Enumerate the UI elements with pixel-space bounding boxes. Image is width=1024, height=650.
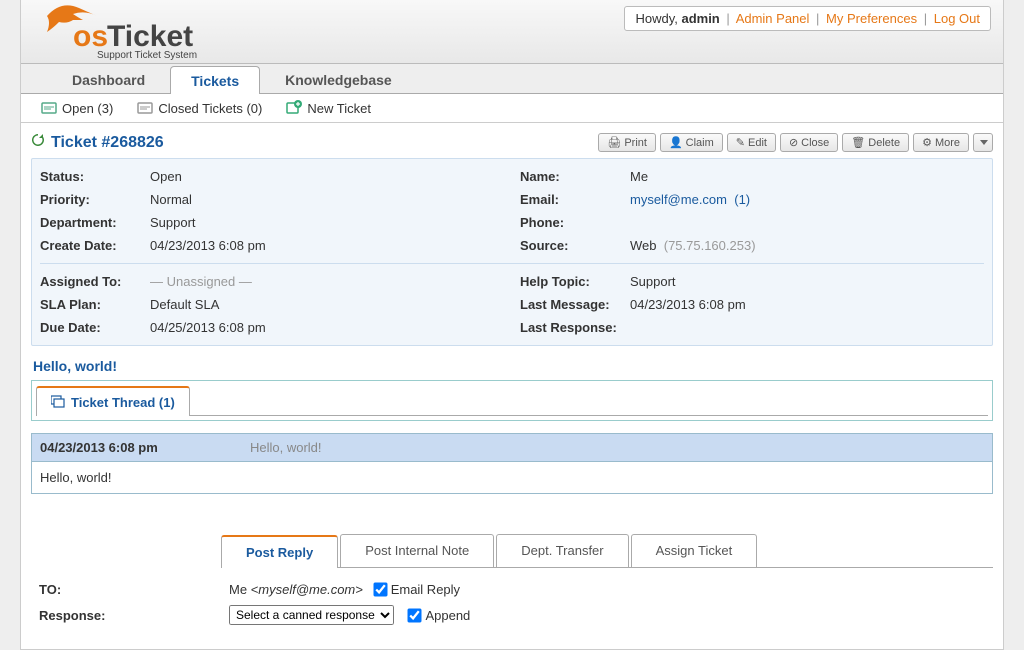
print-icon: 🖨 (607, 136, 621, 149)
tab-dept-transfer[interactable]: Dept. Transfer (496, 534, 628, 567)
ticket-title: Ticket #268826 (31, 133, 164, 152)
thread-icon (51, 394, 65, 411)
assigned-value: — Unassigned — (150, 274, 252, 289)
create-date-value: 04/23/2013 6:08 pm (150, 238, 266, 253)
user-box: Howdy, admin | Admin Panel | My Preferen… (624, 6, 991, 31)
status-label: Status: (40, 169, 150, 184)
claim-button[interactable]: 👤Claim (660, 133, 723, 152)
main-nav: Dashboard Tickets Knowledgebase (21, 64, 1003, 94)
assigned-label: Assigned To: (40, 274, 150, 289)
priority-label: Priority: (40, 192, 150, 207)
message-block: 04/23/2013 6:08 pm Hello, world! Hello, … (31, 433, 993, 494)
email-reply-label: Email Reply (391, 582, 460, 597)
source-value: Web (630, 238, 657, 253)
status-value: Open (150, 169, 182, 184)
logo-tagline: Support Ticket System (97, 50, 197, 60)
pencil-icon: ✎ (736, 136, 745, 149)
delete-button[interactable]: 🗑Delete (842, 133, 909, 152)
source-ip: (75.75.160.253) (664, 238, 756, 253)
refresh-icon[interactable] (31, 133, 45, 152)
tab-post-reply[interactable]: Post Reply (221, 535, 338, 568)
subnav-closed[interactable]: Closed Tickets (0) (137, 100, 262, 116)
message-timestamp: 04/23/2013 6:08 pm (40, 440, 250, 455)
name-label: Name: (520, 169, 630, 184)
append-checkbox[interactable] (408, 608, 422, 622)
last-resp-label: Last Response: (520, 320, 630, 335)
ticket-info: Status:Open Priority:Normal Department:S… (31, 158, 993, 346)
my-preferences-link[interactable]: My Preferences (826, 11, 917, 26)
content: Ticket #268826 🖨Print 👤Claim ✎Edit ⊘Clos… (21, 123, 1003, 649)
svg-text:Ticket: Ticket (107, 20, 193, 53)
admin-panel-link[interactable]: Admin Panel (736, 11, 810, 26)
sla-label: SLA Plan: (40, 297, 150, 312)
reply-tabs: Post Reply Post Internal Note Dept. Tran… (221, 534, 993, 568)
thread-tabs: Ticket Thread (1) (36, 385, 988, 416)
ticket-subject: Hello, world! (33, 358, 991, 374)
priority-value: Normal (150, 192, 192, 207)
username: admin (681, 11, 719, 26)
more-dropdown[interactable] (973, 133, 993, 152)
subnav-new-ticket[interactable]: New Ticket (286, 100, 371, 116)
greeting-prefix: Howdy, (635, 11, 681, 26)
more-button[interactable]: ⚙More (913, 133, 969, 152)
email-reply-checkbox[interactable] (373, 582, 387, 596)
tab-assign-ticket[interactable]: Assign Ticket (631, 534, 758, 567)
due-label: Due Date: (40, 320, 150, 335)
reply-body: TO: Me <myself@me.com> Email Reply Respo… (31, 568, 993, 629)
email-value[interactable]: myself@me.com (630, 192, 727, 207)
logo: os Ticket Support Ticket System (37, 2, 227, 63)
ban-icon: ⊘ (789, 136, 798, 149)
email-label: Email: (520, 192, 630, 207)
tab-internal-note[interactable]: Post Internal Note (340, 534, 494, 567)
trash-icon: 🗑 (851, 136, 865, 149)
sla-value: Default SLA (150, 297, 219, 312)
edit-button[interactable]: ✎Edit (727, 133, 776, 152)
due-value: 04/25/2013 6:08 pm (150, 320, 266, 335)
ticket-open-icon (41, 100, 57, 116)
sub-nav: Open (3) Closed Tickets (0) New Ticket (21, 94, 1003, 123)
last-msg-label: Last Message: (520, 297, 630, 312)
nav-dashboard[interactable]: Dashboard (51, 65, 166, 93)
gear-icon: ⚙ (922, 136, 932, 149)
topic-label: Help Topic: (520, 274, 630, 289)
canned-response-select[interactable]: Select a canned response (229, 605, 394, 625)
create-date-label: Create Date: (40, 238, 150, 253)
name-value: Me (630, 169, 648, 184)
message-header: 04/23/2013 6:08 pm Hello, world! (32, 434, 992, 462)
department-value: Support (150, 215, 196, 230)
log-out-link[interactable]: Log Out (934, 11, 980, 26)
top-bar: os Ticket Support Ticket System Howdy, a… (21, 0, 1003, 64)
source-label: Source: (520, 238, 630, 253)
topic-value: Support (630, 274, 676, 289)
response-label: Response: (39, 608, 229, 623)
to-name: Me (229, 582, 251, 597)
nav-tickets[interactable]: Tickets (170, 66, 260, 94)
thread-container: Ticket Thread (1) (31, 380, 993, 421)
user-icon: 👤 (669, 136, 683, 149)
chevron-down-icon (980, 140, 988, 145)
print-button[interactable]: 🖨Print (598, 133, 656, 152)
email-count[interactable]: (1) (734, 192, 750, 207)
app-window: os Ticket Support Ticket System Howdy, a… (20, 0, 1004, 650)
to-email: <myself@me.com> (251, 582, 363, 597)
last-msg-value: 04/23/2013 6:08 pm (630, 297, 746, 312)
info-divider (40, 263, 984, 264)
message-body: Hello, world! (32, 462, 992, 493)
subnav-open[interactable]: Open (3) (41, 100, 113, 116)
new-ticket-icon (286, 100, 302, 116)
to-label: TO: (39, 582, 229, 597)
department-label: Department: (40, 215, 150, 230)
ticket-closed-icon (137, 100, 153, 116)
close-button[interactable]: ⊘Close (780, 133, 838, 152)
append-label: Append (425, 608, 470, 623)
phone-label: Phone: (520, 215, 630, 230)
thread-tab[interactable]: Ticket Thread (1) (36, 386, 190, 416)
nav-knowledgebase[interactable]: Knowledgebase (264, 65, 413, 93)
title-row: Ticket #268826 🖨Print 👤Claim ✎Edit ⊘Clos… (31, 133, 993, 152)
svg-text:os: os (73, 20, 108, 53)
action-buttons: 🖨Print 👤Claim ✎Edit ⊘Close 🗑Delete ⚙More (598, 133, 993, 152)
message-subject: Hello, world! (250, 440, 322, 455)
